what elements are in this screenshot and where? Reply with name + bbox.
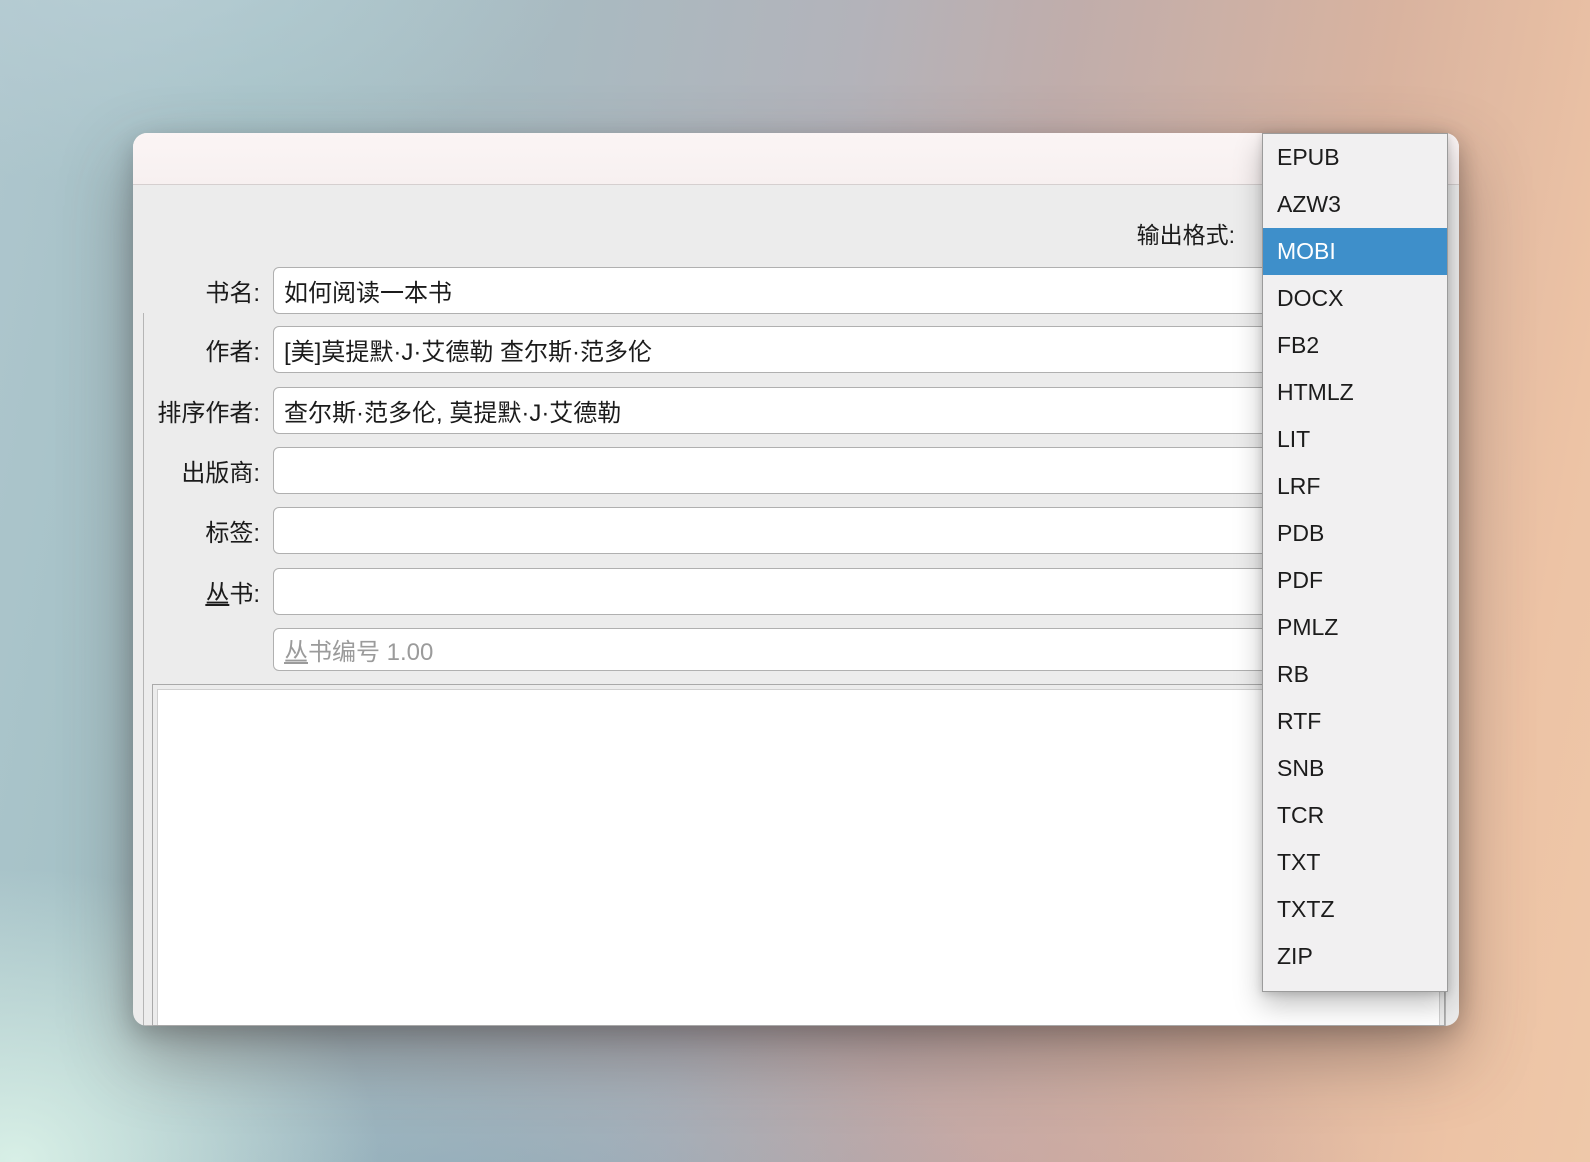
format-option-rb[interactable]: RB xyxy=(1263,651,1447,698)
format-option-lrf[interactable]: LRF xyxy=(1263,463,1447,510)
form-row-tags: 标签: xyxy=(133,507,1459,554)
comments-textarea[interactable] xyxy=(157,689,1440,1025)
field-label-title: 书名: xyxy=(205,280,260,307)
format-option-txtz[interactable]: TXTZ xyxy=(1263,886,1447,933)
format-option-docx[interactable]: DOCX xyxy=(1263,275,1447,322)
output-format-label: 输出格式: xyxy=(1136,222,1235,248)
form-row-series: 丛书: xyxy=(133,568,1459,615)
format-option-snb[interactable]: SNB xyxy=(1263,745,1447,792)
format-option-rtf[interactable]: RTF xyxy=(1263,698,1447,745)
format-option-htmlz[interactable]: HTMLZ xyxy=(1263,369,1447,416)
format-option-tcr[interactable]: TCR xyxy=(1263,792,1447,839)
dialog-titlebar[interactable] xyxy=(133,133,1459,185)
field-label-authors: 作者: xyxy=(205,339,260,366)
field-label-author-sort: 排序作者: xyxy=(157,400,260,427)
format-option-azw3[interactable]: AZW3 xyxy=(1263,181,1447,228)
field-label-tags: 标签: xyxy=(205,520,260,547)
format-option-pdf[interactable]: PDF xyxy=(1263,557,1447,604)
format-option-fb2[interactable]: FB2 xyxy=(1263,322,1447,369)
format-option-zip[interactable]: ZIP xyxy=(1263,933,1447,980)
format-option-epub[interactable]: EPUB xyxy=(1263,134,1447,181)
convert-dialog: 输出格式: 书名: 如何阅读一本书 作者: [美]莫提默·J·艾德勒 查尔斯·范多伦排… xyxy=(133,133,1459,1026)
form-row-author-sort: 排序作者: 查尔斯·范多伦, 莫提默·J·艾德勒 xyxy=(133,387,1459,434)
form-row-authors: 作者: [美]莫提默·J·艾德勒 查尔斯·范多伦 xyxy=(133,326,1459,373)
field-label-series: 丛书: xyxy=(205,581,260,608)
form-row-title: 书名: 如何阅读一本书 xyxy=(133,267,1459,314)
desktop-background: { "window": { "kind": "convert-dialog", … xyxy=(0,0,1590,1162)
format-option-pdb[interactable]: PDB xyxy=(1263,510,1447,557)
comments-frame xyxy=(152,684,1445,1026)
format-option-pmlz[interactable]: PMLZ xyxy=(1263,604,1447,651)
format-option-lit[interactable]: LIT xyxy=(1263,416,1447,463)
output-format-dropdown: EPUB AZW3 MOBI DOCX FB2 HTMLZ LIT LRF PDB PDF PMLZ… xyxy=(1262,133,1448,992)
form-row-publisher: 出版商: xyxy=(133,447,1459,494)
format-option-mobi[interactable]: MOBI xyxy=(1263,228,1447,275)
format-option-txt[interactable]: TXT xyxy=(1263,839,1447,886)
field-label-publisher: 出版商: xyxy=(181,460,260,487)
form-row-series-index: 丛书编号 1.00 xyxy=(133,628,1459,671)
